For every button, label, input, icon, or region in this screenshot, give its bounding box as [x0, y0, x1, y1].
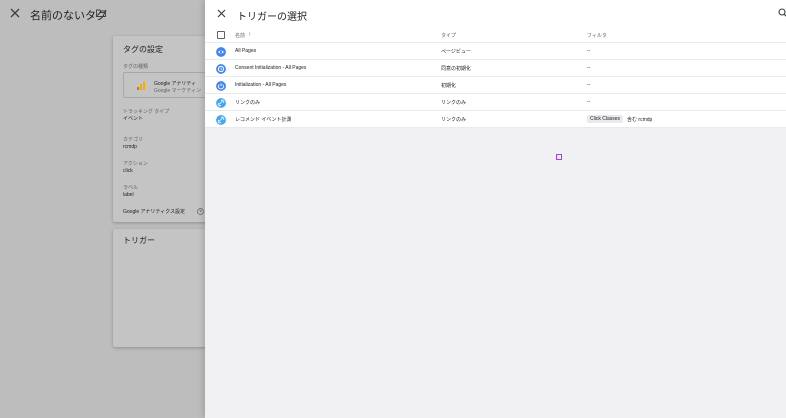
folder-icon[interactable]	[96, 9, 106, 17]
category-value: rcmdp	[123, 144, 137, 150]
ga-settings-label: Google アナリティクス設定	[123, 209, 185, 215]
trigger-name: レコメンド イベント計測	[235, 116, 292, 123]
link-icon	[216, 115, 226, 125]
trigger-filter: --	[587, 82, 591, 88]
trigger-filter: Click Classes 含む rcmdp	[587, 111, 652, 127]
trigger-type: 初期化	[441, 82, 457, 89]
tracking-type-value: イベント	[123, 116, 144, 122]
trigger-filter: --	[587, 48, 591, 54]
trigger-table: 名前 ↑ タイプ フィルタ All Pages ページビュー -- Consent…	[205, 28, 786, 128]
consent-icon	[216, 64, 226, 74]
card-title: トリガー	[123, 236, 155, 245]
action-value: click	[123, 168, 133, 174]
table-row[interactable]: レコメンド イベント計測 リンクのみ Click Classes 含む rcmd…	[205, 111, 786, 128]
column-header-filter[interactable]: フィルタ	[587, 28, 607, 42]
filter-condition: 含む rcmdp	[627, 116, 653, 123]
panel-title: トリガーの選択	[237, 12, 307, 23]
column-header-name[interactable]: 名前 ↑	[235, 28, 251, 42]
tracking-type-label: トラッキング タイプ	[123, 109, 170, 115]
trigger-name: Consent Initialization - All Pages	[235, 65, 307, 71]
power-icon	[216, 81, 226, 91]
table-row[interactable]: リンクのみ リンクのみ --	[205, 94, 786, 111]
filter-chip: Click Classes	[587, 115, 624, 123]
close-icon[interactable]	[216, 8, 227, 19]
label-value: label	[123, 192, 134, 198]
help-icon[interactable]	[197, 208, 204, 215]
action-label: アクション	[123, 161, 148, 167]
search-icon[interactable]	[778, 8, 786, 18]
select-all-checkbox[interactable]	[217, 31, 225, 39]
trigger-type: リンクのみ	[441, 99, 467, 106]
category-label: カテゴリ	[123, 137, 144, 143]
trigger-name: Initialization - All Pages	[235, 82, 287, 88]
card-title: タグの設定	[123, 45, 163, 54]
trigger-filter: --	[587, 99, 591, 105]
analytics-icon	[137, 81, 145, 90]
table-header-row: 名前 ↑ タイプ フィルタ	[205, 28, 786, 43]
table-row[interactable]: Consent Initialization - All Pages 同意の初期…	[205, 60, 786, 77]
column-header-type[interactable]: タイプ	[441, 28, 456, 42]
trigger-type: リンクのみ	[441, 116, 467, 123]
eye-icon	[216, 47, 226, 57]
table-row[interactable]: Initialization - All Pages 初期化 --	[205, 77, 786, 94]
label-label: ラベル	[123, 185, 139, 191]
table-row[interactable]: All Pages ページビュー --	[205, 43, 786, 60]
link-icon	[216, 98, 226, 108]
trigger-type: ページビュー	[441, 48, 471, 55]
trigger-name: リンクのみ	[235, 99, 261, 106]
focus-indicator	[556, 154, 562, 160]
trigger-type: 同意の初期化	[441, 65, 472, 72]
trigger-name: All Pages	[235, 48, 257, 54]
tag-type-name: Google アナリティ	[154, 81, 197, 87]
trigger-filter: --	[587, 65, 591, 71]
trigger-select-panel: トリガーの選択 名前 ↑ タイプ フィルタ All Pages ページビュー --	[205, 0, 786, 418]
panel-header: トリガーの選択	[205, 0, 786, 28]
sort-arrow-icon: ↑	[248, 32, 252, 38]
close-icon[interactable]	[8, 6, 22, 20]
tag-type-subtitle: Google マーケティン	[154, 88, 202, 94]
tag-type-label: タグの種類	[123, 64, 149, 70]
